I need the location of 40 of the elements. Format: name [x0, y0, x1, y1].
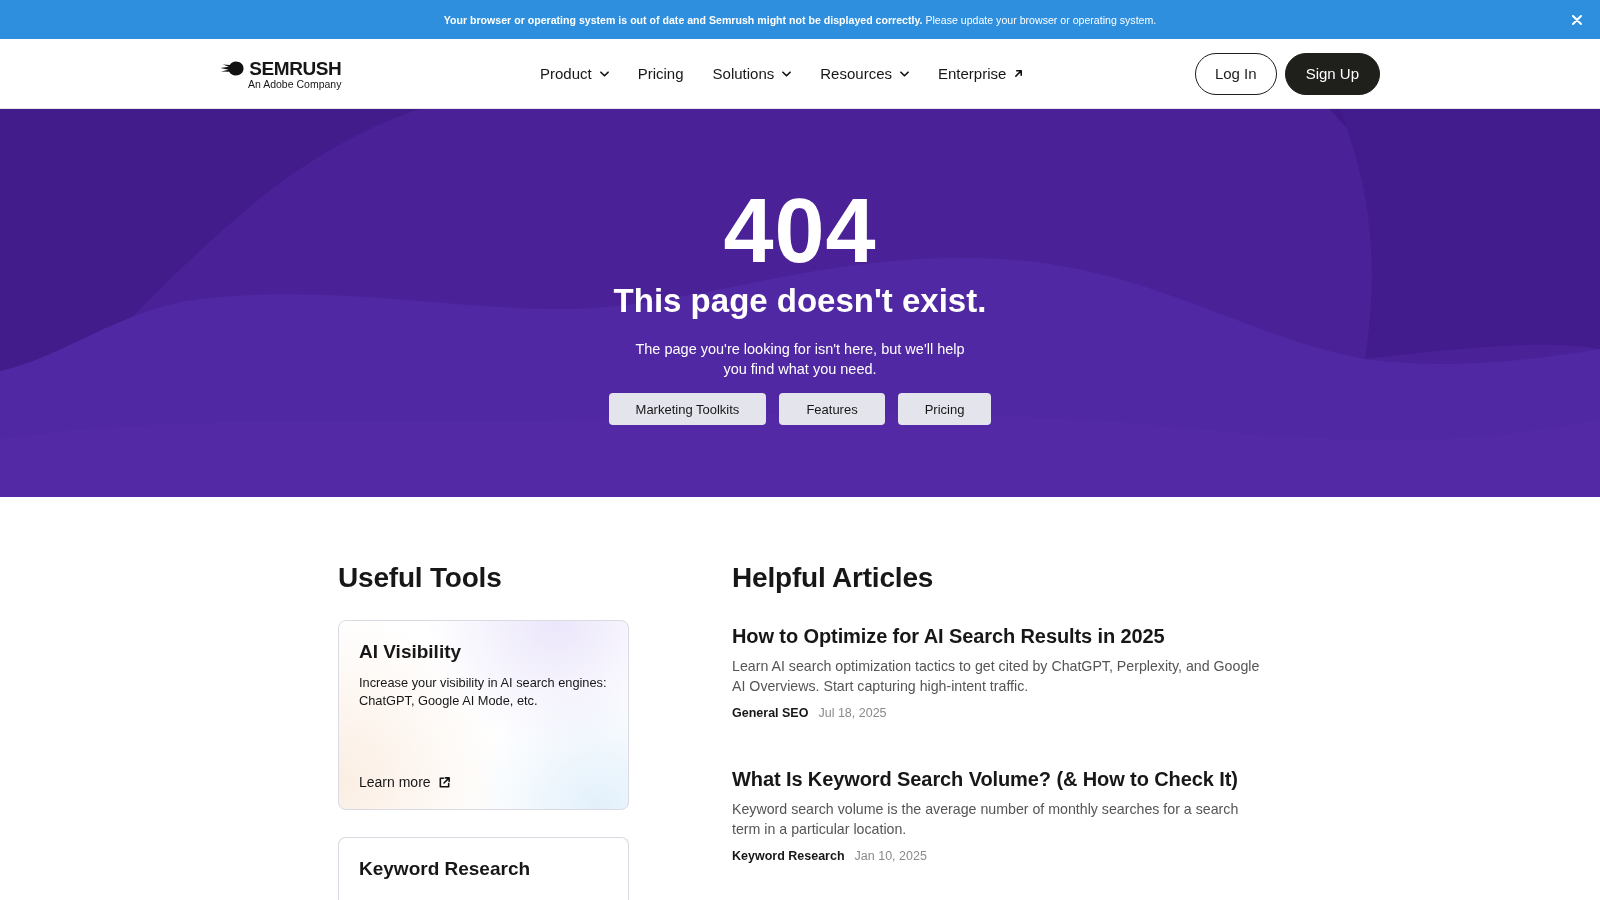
card-title: Keyword Research: [359, 857, 532, 881]
hero-link-button[interactable]: Marketing Toolkits: [608, 393, 767, 425]
section-heading: Useful Tools: [338, 561, 503, 595]
error-code: 404: [723, 187, 877, 275]
tool-card[interactable]: Keyword Research: [338, 837, 629, 900]
article-category-link[interactable]: Keyword Research: [732, 849, 845, 863]
chevron-down-icon: [900, 70, 909, 77]
nav-link[interactable]: Resources: [820, 65, 909, 82]
hero-link-button[interactable]: Features: [779, 393, 885, 425]
hero-description: The page you're looking for isn't here, but we'll help you find what you need.: [634, 340, 966, 379]
chevron-down-icon: [599, 70, 609, 77]
article-date: Jul 18, 2025: [818, 706, 887, 720]
external-link-icon: [437, 775, 451, 789]
nav-link[interactable]: Solutions: [712, 65, 792, 82]
chevron-down-icon: [782, 70, 792, 77]
hero-link-button[interactable]: Pricing: [897, 393, 992, 425]
article-description: Learn AI search optimization tactics to get cited by ChatGPT, Perplexity, and Google AI Overviews. Start capturing high-intent traffic.: [732, 657, 1261, 696]
logo-mark-icon: [220, 60, 244, 76]
section-heading: Helpful Articles: [732, 561, 935, 595]
card-title: AI Visibility: [359, 640, 463, 664]
learn-more-link[interactable]: Learn more: [359, 774, 451, 790]
close-button[interactable]: [1570, 13, 1584, 27]
tool-card[interactable]: AI Visibility Increase your visibility in AI search engines: ChatGPT, Google AI Mode, etc. Learn more: [338, 620, 629, 810]
nav-link[interactable]: Pricing: [637, 65, 684, 82]
article-category-link[interactable]: General SEO: [732, 706, 809, 720]
article-date: Jan 10, 2025: [854, 849, 927, 863]
log-in-button[interactable]: Log In: [1194, 52, 1277, 95]
article-description: Keyword search volume is the average number of monthly searches for a search term in a particular location.: [732, 800, 1240, 839]
article-title-link[interactable]: How to Optimize for AI Search Results in 2025: [732, 623, 1262, 649]
arrow-up-right-icon: [1014, 69, 1024, 78]
article-title-link[interactable]: What Is Keyword Search Volume? (& How to Check It): [732, 766, 1262, 792]
logo-tagline: An Adobe Company: [248, 77, 342, 91]
nav-link[interactable]: Product: [540, 65, 609, 82]
card-description: Increase your visibility in AI search engines: ChatGPT, Google AI Mode, etc.: [359, 674, 608, 710]
update-message: Your browser or operating system is out of date and Semrush might not be displayed correctly. Please update your browser or operating system.: [443, 13, 1157, 26]
nav-link[interactable]: Enterprise: [938, 65, 1024, 82]
logo-wordmark[interactable]: SEMRUSH: [249, 58, 342, 78]
hero-title: This page doesn't exist.: [613, 281, 987, 321]
close-icon: [1572, 15, 1582, 25]
sign-up-button[interactable]: Sign Up: [1284, 52, 1380, 95]
